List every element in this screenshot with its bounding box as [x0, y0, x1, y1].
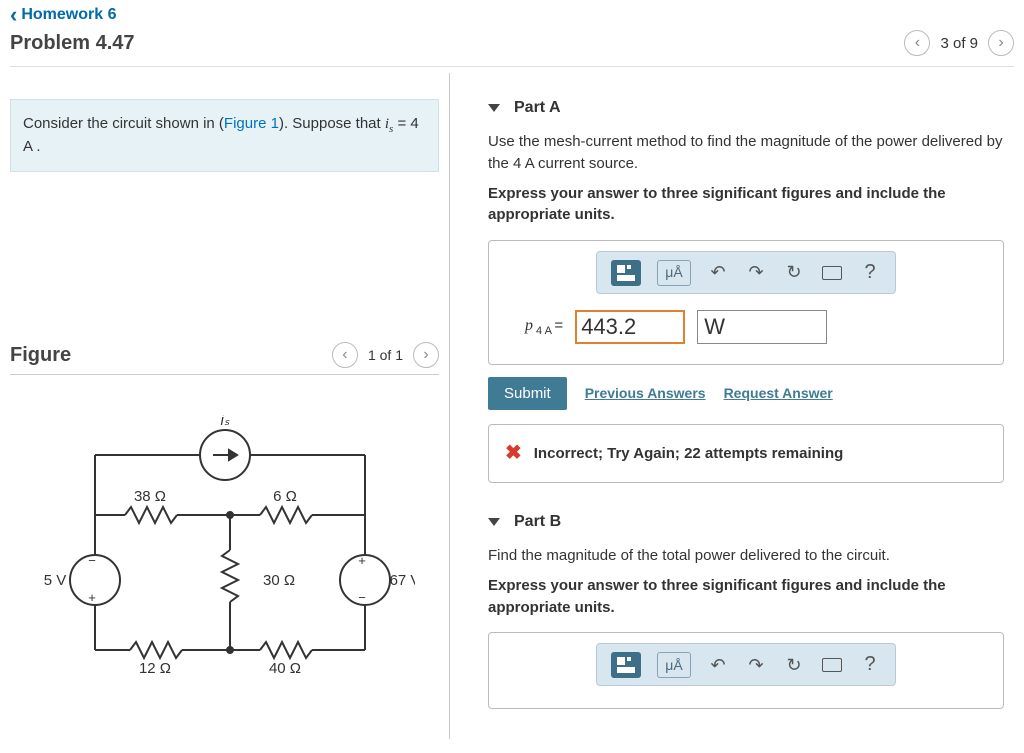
next-problem-button[interactable]: ›: [988, 30, 1014, 56]
figure-pager: ‹ 1 of 1 ›: [332, 342, 439, 368]
circuit-figure: − + + − iₛ 38 Ω 6 Ω 5 V 30 Ω 67 V 12 Ω 4…: [10, 415, 439, 695]
part-b-header[interactable]: Part B: [488, 513, 1004, 531]
part-a-answer-box: μÅ ↶ ↷ ↻ ? p 4 A =: [488, 240, 1004, 365]
svg-text:−: −: [88, 553, 96, 568]
svg-text:67 V: 67 V: [389, 572, 414, 589]
part-a-prompt: Use the mesh-current method to find the …: [488, 131, 1004, 175]
submit-button[interactable]: Submit: [488, 377, 567, 410]
figure-next-button[interactable]: ›: [413, 342, 439, 368]
prev-problem-button[interactable]: ‹: [904, 30, 930, 56]
answer-toolbar-b: μÅ ↶ ↷ ↻ ?: [596, 643, 896, 686]
back-link-label: Homework 6: [21, 6, 116, 24]
part-b-instruction: Express your answer to three significant…: [488, 575, 1004, 619]
feedback-box: ✖ Incorrect; Try Again; 22 attempts rema…: [488, 424, 1004, 483]
svg-text:40 Ω: 40 Ω: [268, 660, 300, 677]
part-a-instruction: Express your answer to three significant…: [488, 183, 1004, 227]
part-b-title: Part B: [514, 513, 561, 531]
part-b-answer-box: μÅ ↶ ↷ ↻ ?: [488, 632, 1004, 709]
svg-text:5 V: 5 V: [43, 572, 66, 589]
units-button[interactable]: μÅ: [657, 652, 691, 678]
svg-text:+: +: [88, 590, 96, 605]
pager-text: 3 of 9: [940, 35, 978, 52]
units-button[interactable]: μÅ: [657, 260, 691, 286]
problem-pager: ‹ 3 of 9 ›: [904, 30, 1014, 56]
figure-prev-button[interactable]: ‹: [332, 342, 358, 368]
request-answer-link[interactable]: Request Answer: [724, 383, 833, 403]
part-a-title: Part A: [514, 99, 561, 117]
template-button[interactable]: [611, 652, 641, 678]
svg-text:iₛ: iₛ: [220, 415, 229, 429]
answer-variable-label: p 4 A =: [525, 314, 563, 340]
svg-text:38 Ω: 38 Ω: [133, 488, 165, 505]
reset-button[interactable]: ↻: [783, 652, 805, 678]
template-button[interactable]: [611, 260, 641, 286]
problem-intro: Consider the circuit shown in (Figure 1)…: [10, 99, 439, 172]
answer-toolbar: μÅ ↶ ↷ ↻ ?: [596, 251, 896, 294]
svg-text:−: −: [358, 590, 366, 605]
svg-text:12 Ω: 12 Ω: [138, 660, 170, 677]
problem-title: Problem 4.47: [10, 32, 135, 55]
redo-button[interactable]: ↷: [745, 259, 767, 285]
part-a-header[interactable]: Part A: [488, 99, 1004, 117]
feedback-text: Incorrect; Try Again; 22 attempts remain…: [534, 443, 844, 465]
chevron-left-icon: ‹: [10, 7, 17, 23]
help-button[interactable]: ?: [859, 258, 881, 287]
undo-button[interactable]: ↶: [707, 652, 729, 678]
keyboard-button[interactable]: [821, 266, 843, 280]
previous-answers-link[interactable]: Previous Answers: [585, 383, 706, 403]
svg-text:+: +: [358, 553, 366, 568]
keyboard-button[interactable]: [821, 658, 843, 672]
incorrect-icon: ✖: [505, 439, 522, 468]
help-button[interactable]: ?: [859, 650, 881, 679]
figure-title: Figure: [10, 344, 71, 367]
figure-link[interactable]: Figure 1: [224, 115, 279, 132]
undo-button[interactable]: ↶: [707, 259, 729, 285]
svg-text:6 Ω: 6 Ω: [273, 488, 297, 505]
redo-button[interactable]: ↷: [745, 652, 767, 678]
collapse-icon: [488, 104, 500, 112]
reset-button[interactable]: ↻: [783, 259, 805, 285]
answer-unit-input[interactable]: [697, 310, 827, 344]
figure-pager-text: 1 of 1: [368, 347, 403, 363]
part-b-prompt: Find the magnitude of the total power de…: [488, 545, 1004, 567]
svg-text:30 Ω: 30 Ω: [263, 572, 295, 589]
answer-value-input[interactable]: [575, 310, 685, 344]
back-to-assignment-link[interactable]: ‹ Homework 6: [10, 6, 1014, 24]
collapse-icon: [488, 518, 500, 526]
